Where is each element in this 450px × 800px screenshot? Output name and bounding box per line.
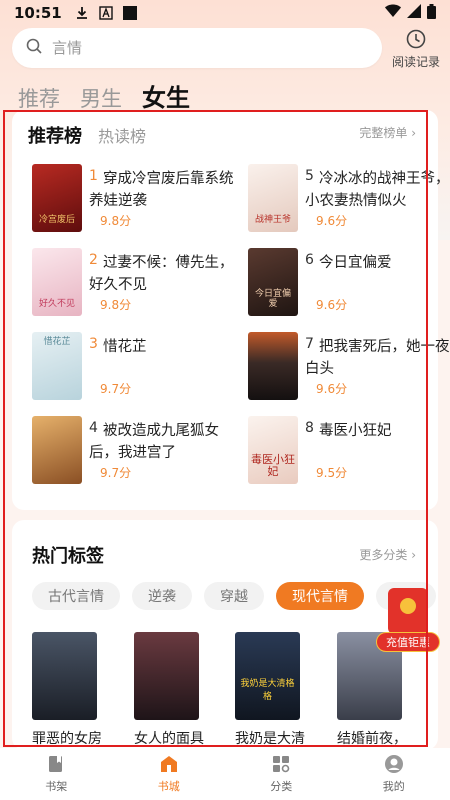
- nav-label: 书城: [157, 780, 180, 793]
- book-title: 冷冰冰的战神王爷，小农妻热情似火: [305, 171, 450, 209]
- tag-chip-modern-romance[interactable]: 现代言情: [276, 582, 364, 610]
- tab-hot-rank[interactable]: 热读榜: [98, 123, 146, 147]
- font-app-icon: [98, 5, 114, 21]
- book-title: 我奶是大清: [235, 731, 305, 747]
- status-bar: 10:51: [0, 0, 450, 26]
- book-title: 穿成冷宫废后靠系统养娃逆袭: [89, 171, 234, 209]
- channel-tabs: 推荐 男生 女生: [18, 78, 190, 113]
- nav-label: 分类: [270, 780, 293, 793]
- status-right: [385, 3, 436, 23]
- tab-recommend[interactable]: 推荐: [18, 83, 60, 113]
- more-categories-link[interactable]: 更多分类 ›: [359, 546, 416, 563]
- tab-female[interactable]: 女生: [142, 78, 190, 113]
- nav-bookshelf[interactable]: 书架: [0, 748, 113, 800]
- wifi-icon: [385, 4, 401, 22]
- search-bar[interactable]: [12, 28, 382, 68]
- red-packet-icon: [388, 588, 428, 634]
- category-icon: [271, 754, 291, 774]
- book-cover: 冷宫废后: [32, 164, 82, 232]
- notification-square-icon: [122, 5, 138, 21]
- signal-icon: [407, 4, 421, 22]
- rank-book-6[interactable]: 今日宜偏爱 6 今日宜偏爱 9.6分: [248, 248, 450, 328]
- tag-chip-ancient-romance[interactable]: 古代言情: [32, 582, 120, 610]
- rank-book-8[interactable]: 毒医小狂妃 8 毒医小狂妃 9.5分: [248, 416, 450, 496]
- book-cover: 战神王爷: [248, 164, 298, 232]
- reading-history-label: 阅读记录: [391, 55, 440, 69]
- bottom-nav: 书架 书城 分类 我的: [0, 748, 450, 800]
- book-title: 被改造成九尾狐女后，我进宫了: [89, 423, 219, 461]
- book-cover: 今日宜偏爱: [248, 248, 298, 316]
- rank-book-2[interactable]: 好久不见 2 过妻不候：傅先生，好久不见 9.8分: [32, 248, 247, 328]
- book-score: 9.5分: [316, 466, 348, 480]
- search-input[interactable]: [52, 39, 352, 57]
- hot-tags-header: 热门标签: [32, 542, 104, 568]
- book-cover: 我奶是大清格格: [235, 632, 300, 720]
- book-cover: 惜花芷: [32, 332, 82, 400]
- book-title: 罪恶的女房: [32, 731, 102, 747]
- book-title: 结婚前夜，: [337, 731, 407, 747]
- book-title: 惜花芷: [103, 339, 147, 355]
- book-title: 女人的面具: [134, 731, 204, 747]
- nav-category[interactable]: 分类: [225, 748, 338, 800]
- tag-book-2[interactable]: 女人的面具: [134, 632, 204, 752]
- book-title: 今日宜偏爱: [319, 255, 392, 271]
- recharge-red-packet[interactable]: 充值钜惠: [376, 588, 440, 658]
- rank-book-1[interactable]: 冷宫废后 1 穿成冷宫废后靠系统养娃逆袭 9.8分: [32, 164, 247, 244]
- book-score: 9.7分: [100, 382, 132, 396]
- ranking-header: 推荐榜 热读榜: [28, 122, 146, 148]
- book-title: 把我害死后，她一夜白头: [305, 339, 450, 377]
- book-score: 9.7分: [100, 466, 132, 480]
- book-cover: 毒医小狂妃: [248, 416, 298, 484]
- tag-book-3[interactable]: 我奶是大清格格 我奶是大清: [235, 632, 305, 752]
- tag-book-1[interactable]: 罪恶的女房: [32, 632, 102, 752]
- rank-book-5[interactable]: 战神王爷 5 冷冰冰的战神王爷，小农妻热情似火 9.6分: [248, 164, 450, 244]
- reading-history-button[interactable]: 阅读记录: [388, 28, 444, 70]
- clock-icon: [405, 29, 427, 53]
- bookstore-icon: [159, 754, 179, 774]
- ranking-card: 推荐榜 热读榜 完整榜单 › 冷宫废后 1 穿成冷宫废后靠系统养娃逆袭 9.8分…: [12, 110, 450, 510]
- hot-tags-card: 热门标签 更多分类 › 古代言情 逆袭 穿越 现代言情 甜宠 罪恶的女房 女人的…: [12, 520, 438, 750]
- book-score: 9.6分: [316, 214, 348, 228]
- book-title: 过妻不候：傅先生，好久不见: [89, 255, 234, 293]
- download-icon: [74, 5, 90, 21]
- tab-recommend-rank[interactable]: 推荐榜: [28, 122, 82, 148]
- bookshelf-icon: [46, 754, 66, 774]
- battery-icon: [427, 3, 436, 23]
- tab-male[interactable]: 男生: [80, 83, 122, 113]
- book-cover: [32, 632, 97, 720]
- nav-bookstore[interactable]: 书城: [113, 748, 226, 800]
- rank-book-4[interactable]: 4 被改造成九尾狐女后，我进宫了 9.7分: [32, 416, 247, 496]
- nav-profile[interactable]: 我的: [338, 748, 450, 800]
- tag-chip-counterattack[interactable]: 逆袭: [132, 582, 192, 610]
- recharge-label: 充值钜惠: [376, 632, 440, 652]
- profile-icon: [384, 754, 404, 774]
- book-cover: [134, 632, 199, 720]
- book-score: 9.8分: [100, 298, 132, 312]
- tag-chip-time-travel[interactable]: 穿越: [204, 582, 264, 610]
- book-cover: 好久不见: [32, 248, 82, 316]
- status-time: 10:51: [14, 4, 62, 22]
- book-score: 9.8分: [100, 214, 132, 228]
- search-icon: [26, 38, 42, 58]
- book-cover: [248, 332, 298, 400]
- rank-book-3[interactable]: 惜花芷 3 惜花芷 9.7分: [32, 332, 247, 412]
- book-cover: [32, 416, 82, 484]
- book-title: 毒医小狂妃: [319, 423, 392, 439]
- book-score: 9.6分: [316, 298, 348, 312]
- nav-label: 我的: [382, 780, 405, 793]
- rank-book-7[interactable]: 7 把我害死后，她一夜白头 9.6分: [248, 332, 450, 412]
- nav-label: 书架: [45, 780, 68, 793]
- book-score: 9.6分: [316, 382, 348, 396]
- hot-tags-title: 热门标签: [32, 546, 104, 567]
- full-ranking-link[interactable]: 完整榜单 ›: [359, 124, 416, 141]
